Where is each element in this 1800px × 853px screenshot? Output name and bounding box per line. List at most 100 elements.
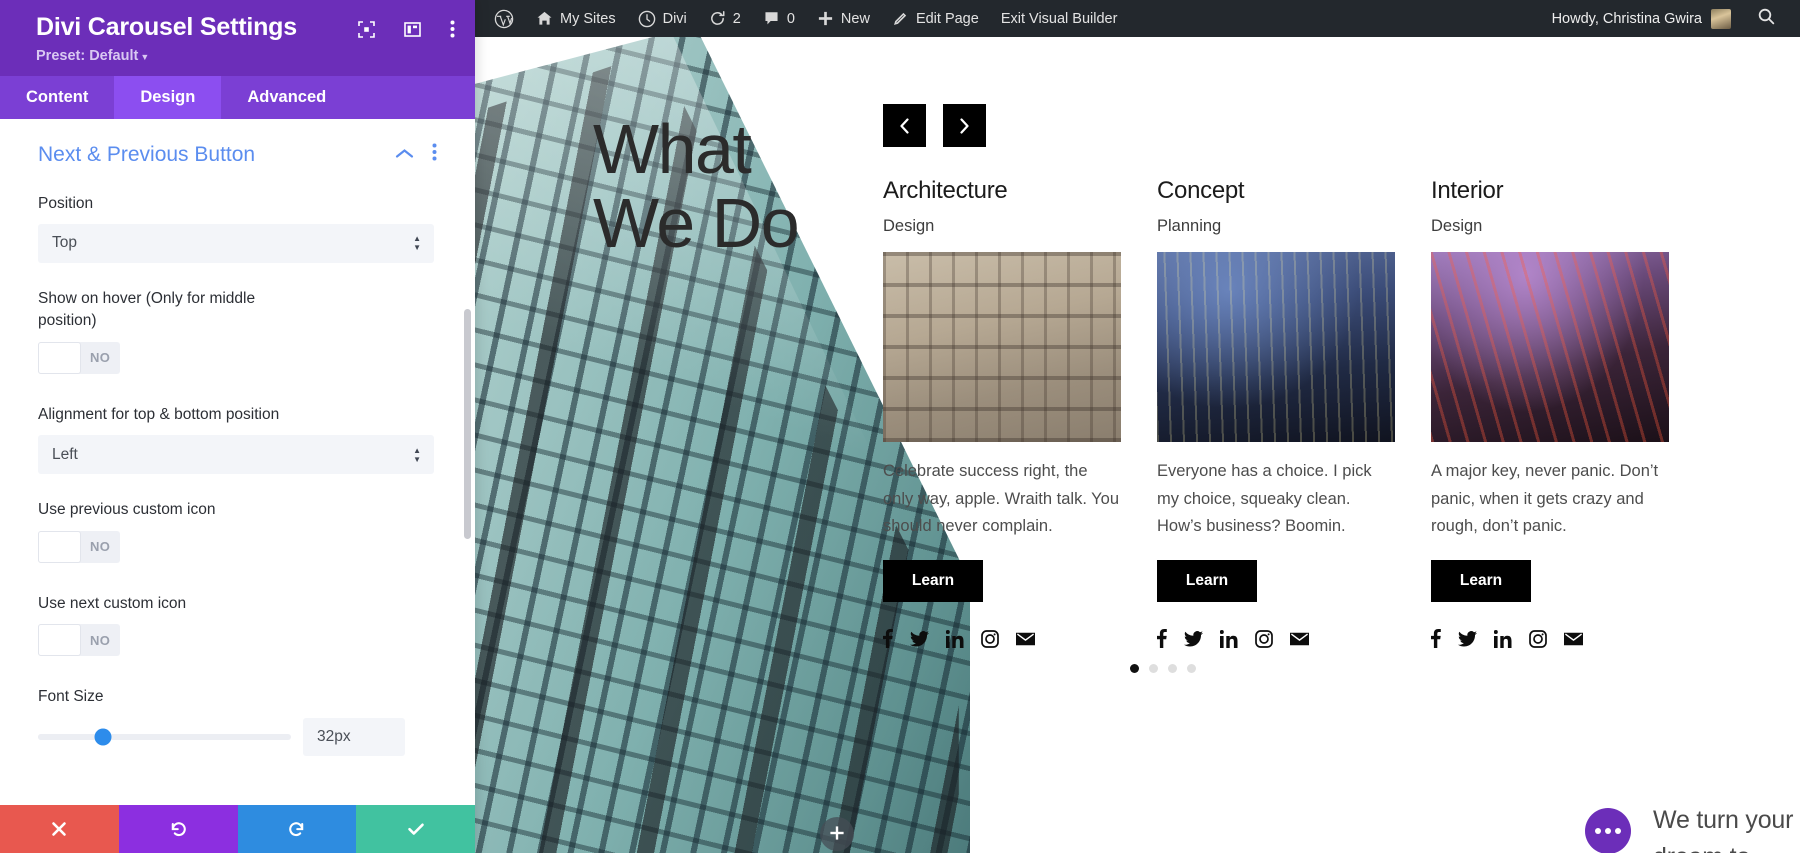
instagram-icon[interactable] (1255, 629, 1273, 648)
section-title[interactable]: Next & Previous Button (38, 143, 255, 167)
facebook-icon[interactable] (883, 629, 893, 649)
settings-tabs: Content Design Advanced (0, 75, 475, 119)
select-arrows-icon: ▲ ▼ (413, 445, 421, 464)
slide-text: A major key, never panic. Don’t panic, w… (1431, 462, 1659, 536)
toggle-knob (38, 530, 81, 563)
chevron-right-icon (957, 116, 972, 136)
admin-bar-item-exit-visual-builder[interactable]: Exit Visual Builder (990, 0, 1129, 37)
email-icon[interactable] (1016, 632, 1035, 646)
avatar (1711, 8, 1731, 29)
settings-header-icons (358, 20, 455, 38)
preset-selector[interactable]: Preset: Default ▼ (36, 48, 455, 64)
admin-bar-label-updates: 2 (732, 10, 741, 27)
instagram-icon[interactable] (1529, 629, 1547, 648)
carousel-dot-3[interactable] (1168, 664, 1177, 673)
settings-panel-scrollbar[interactable] (464, 308, 471, 539)
wordpress-admin-bar: My Sites Divi 2 0 New Edit Page Exit Vis… (475, 0, 1800, 37)
show-on-hover-toggle[interactable]: NO (38, 341, 120, 374)
linkedin-icon[interactable] (1494, 629, 1512, 648)
admin-bar-label-exit-visual-builder: Exit Visual Builder (1000, 10, 1118, 27)
redo-button[interactable] (237, 805, 357, 853)
slide-title: Architecture (883, 177, 1008, 204)
font-size-slider[interactable] (38, 728, 291, 746)
email-icon[interactable] (1290, 632, 1309, 646)
search-button[interactable] (1743, 7, 1786, 30)
slide-text: Celebrate success right, the only way, a… (883, 462, 1120, 536)
tab-content[interactable]: Content (0, 76, 114, 119)
admin-bar-item-my-sites[interactable]: My Sites (525, 0, 627, 37)
tab-design[interactable]: Design (114, 75, 222, 119)
prev-custom-icon-toggle[interactable]: NO (38, 530, 120, 563)
twitter-icon[interactable] (910, 630, 929, 647)
save-button[interactable] (356, 805, 475, 853)
admin-bar-label-my-sites: My Sites (560, 10, 616, 27)
carousel-slides: Architecture Design Celebrate success ri… (883, 177, 1669, 649)
preset-label: Preset: Default (36, 47, 139, 64)
admin-bar-right: Howdy, Christina Gwira (1540, 0, 1800, 37)
font-size-slider-row: 32px (38, 717, 437, 756)
settings-panel-header: Divi Carousel Settings Preset: Default ▼ (0, 0, 475, 76)
admin-bar-item-edit-page[interactable]: Edit Page (881, 0, 990, 37)
plus-icon (829, 823, 845, 845)
alignment-select-value: Left (52, 445, 78, 463)
slide-title: Interior (1431, 177, 1504, 204)
show-on-hover-toggle-value: NO (90, 350, 111, 366)
field-position-label: Position (38, 194, 94, 212)
section-kebab-menu-icon[interactable] (432, 143, 437, 166)
carousel-next-button[interactable] (943, 104, 986, 147)
field-show-on-hover-label: Show on hover (Only for middle position) (38, 289, 256, 330)
settings-panel-body: Next & Previous Button Position Top ▲ ▼ … (0, 118, 475, 805)
linkedin-icon[interactable] (1220, 629, 1238, 648)
next-custom-icon-toggle[interactable]: NO (38, 624, 120, 657)
instagram-icon[interactable] (981, 629, 999, 648)
slide-learn-button[interactable]: Learn (1431, 560, 1531, 603)
field-position: Position Top ▲ ▼ (38, 193, 437, 263)
admin-bar-label-new: New (840, 10, 870, 27)
undo-button[interactable] (118, 805, 238, 853)
carousel-dot-2[interactable] (1149, 664, 1158, 673)
quote-module: We turn your dream to reality and we’ll … (1585, 802, 1800, 853)
carousel-dot-1[interactable] (1130, 664, 1139, 673)
howdy-label: Howdy, Christina Gwira (1551, 10, 1702, 27)
slide-learn-button[interactable]: Learn (883, 560, 983, 603)
twitter-icon[interactable] (1458, 630, 1477, 647)
font-size-input[interactable]: 32px (303, 717, 405, 756)
wordpress-logo-button[interactable] (483, 0, 525, 37)
admin-bar-item-new[interactable]: New (806, 0, 881, 37)
updates-icon (709, 10, 726, 27)
field-font-size: Font Size 32px (38, 686, 437, 756)
carousel-prev-button[interactable] (883, 104, 926, 147)
expand-icon[interactable] (358, 20, 375, 38)
kebab-menu-icon[interactable] (450, 20, 455, 38)
chevron-up-icon[interactable] (395, 146, 414, 163)
cancel-button[interactable] (0, 805, 119, 853)
carousel-dot-4[interactable] (1187, 664, 1196, 673)
slide-social-links (1157, 629, 1395, 649)
chevron-down-icon: ▼ (140, 51, 150, 62)
section-tools (395, 143, 437, 166)
next-custom-icon-toggle-value: NO (90, 632, 111, 648)
admin-bar-howdy[interactable]: Howdy, Christina Gwira (1540, 8, 1743, 29)
admin-bar-item-updates[interactable]: 2 (698, 0, 752, 37)
admin-bar-item-comments[interactable]: 0 (752, 0, 806, 37)
facebook-icon[interactable] (1431, 629, 1441, 649)
alignment-select[interactable]: Left ▲ ▼ (38, 435, 434, 475)
add-section-button[interactable] (820, 817, 854, 851)
slide-social-links (1431, 629, 1669, 649)
tab-advanced[interactable]: Advanced (221, 76, 352, 119)
facebook-icon[interactable] (1157, 629, 1167, 649)
twitter-icon[interactable] (1184, 630, 1203, 647)
slider-handle[interactable] (94, 728, 112, 746)
admin-bar-item-divi[interactable]: Divi (627, 0, 698, 37)
ellipsis-icon (1585, 808, 1631, 853)
plus-icon (817, 10, 834, 27)
position-select-value: Top (52, 234, 77, 252)
email-icon[interactable] (1564, 632, 1583, 646)
layout-icon[interactable] (404, 21, 421, 38)
slide-learn-button[interactable]: Learn (1157, 560, 1257, 603)
chevron-left-icon (897, 116, 912, 136)
position-select[interactable]: Top ▲ ▼ (38, 223, 434, 263)
linkedin-icon[interactable] (946, 629, 964, 648)
pencil-icon (892, 10, 909, 27)
slide-subtitle: Planning (1157, 217, 1222, 235)
